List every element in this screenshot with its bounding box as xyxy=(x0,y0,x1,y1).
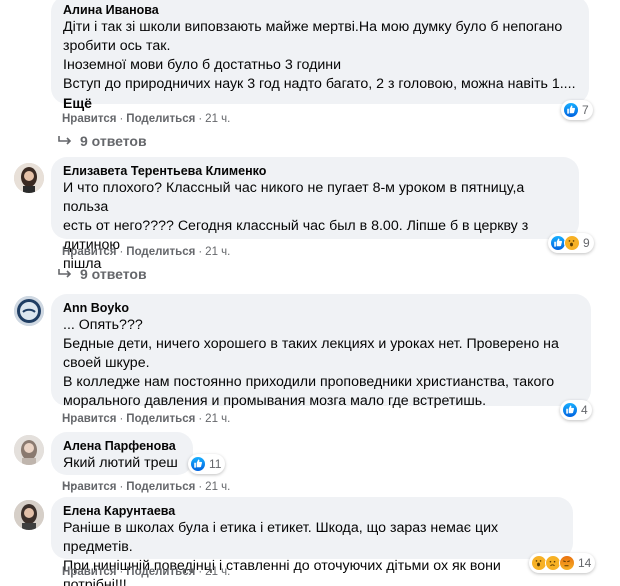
view-replies-link[interactable]: 9 ответов xyxy=(58,265,147,283)
comment-line: Бедные дети, ничего хорошего в таких лек… xyxy=(63,336,559,352)
comment-bubble: Елизавета Терентьева Клименко И что плох… xyxy=(51,157,579,272)
share-link[interactable]: Поделиться xyxy=(126,113,195,125)
comment-bubble: Алина Иванова Діти і так зі школи виповз… xyxy=(51,0,589,111)
avatar[interactable] xyxy=(14,296,44,326)
share-link[interactable]: Поделиться xyxy=(126,413,195,425)
comment-line: ... Опять??? xyxy=(63,317,143,333)
comment-actions: Нравится · Поделиться · 21 ч. xyxy=(62,112,230,126)
comment-line: своей шкуре. xyxy=(63,355,150,371)
avatar[interactable] xyxy=(14,500,44,530)
reaction-count: 4 xyxy=(581,403,588,417)
like-link[interactable]: Нравится xyxy=(62,246,116,258)
timestamp[interactable]: 21 ч. xyxy=(205,113,230,125)
separator-dot: · xyxy=(119,113,124,125)
reactions-summary[interactable]: 11 xyxy=(188,454,226,474)
comment-text: Діти і так зі школи виповзають майже мер… xyxy=(63,18,577,94)
comment-bubble: Ann Boyko ... Опять??? Бедные дети, ниче… xyxy=(51,294,591,409)
separator-dot: · xyxy=(119,566,124,578)
avatar[interactable] xyxy=(14,435,44,465)
separator-dot: · xyxy=(119,481,124,493)
share-link[interactable]: Поделиться xyxy=(126,246,195,258)
separator-dot: · xyxy=(198,566,203,578)
separator-dot: · xyxy=(198,246,203,258)
comment-bubble: Елена Карунтаева Раніше в школах була і … xyxy=(51,497,573,586)
comment-line: Раніше в школах була і етика і етикет. Ш… xyxy=(63,520,499,555)
angry-reaction-icon xyxy=(559,555,575,571)
comment-line: Іноземної мови було б достатньо 3 години xyxy=(63,57,342,73)
comment-line: И что плохого? Классный час никого не пу… xyxy=(63,180,525,215)
like-link[interactable]: Нравится xyxy=(62,113,116,125)
like-reaction-icon xyxy=(562,402,578,418)
reaction-count: 11 xyxy=(209,457,222,471)
separator-dot: · xyxy=(119,413,124,425)
comment-actions: Нравится · Поделиться · 21 ч. xyxy=(62,480,230,494)
like-reaction-icon xyxy=(190,456,206,472)
reaction-count: 9 xyxy=(583,236,590,250)
reactions-summary[interactable]: 9 xyxy=(548,233,594,253)
like-link[interactable]: Нравится xyxy=(62,566,116,578)
reactions-summary[interactable]: 4 xyxy=(560,400,592,420)
comment-bubble: Алена Парфенова Який лютий треш ... xyxy=(51,432,193,490)
comment-line: морального давления и промывания мозга м… xyxy=(63,393,487,409)
replies-count: 9 ответов xyxy=(80,133,147,149)
comment-text: ... Опять??? Бедные дети, ничего хорошег… xyxy=(63,316,579,411)
comment-line: Вступ до природничих наук 3 год надто ба… xyxy=(63,76,576,92)
wow-reaction-icon xyxy=(564,235,580,251)
comment-author[interactable]: Алина Иванова xyxy=(63,2,577,18)
share-link[interactable]: Поделиться xyxy=(126,481,195,493)
separator-dot: · xyxy=(198,413,203,425)
reply-arrow-icon xyxy=(58,266,72,278)
reaction-count: 14 xyxy=(578,556,592,570)
timestamp[interactable]: 21 ч. xyxy=(205,413,230,425)
comment-actions: Нравится · Поделиться · 21 ч. xyxy=(62,565,230,579)
comment-line: Діти і так зі школи виповзають майже мер… xyxy=(63,19,563,35)
view-replies-link[interactable]: 9 ответов xyxy=(58,132,147,150)
reaction-count: 7 xyxy=(582,103,589,117)
comment-text: И что плохого? Классный час никого не пу… xyxy=(63,179,567,274)
comment-author[interactable]: Ann Boyko xyxy=(63,300,579,316)
reactions-summary[interactable]: 7 xyxy=(561,100,593,120)
separator-dot: · xyxy=(198,481,203,493)
comment-author[interactable]: Елизавета Терентьева Клименко xyxy=(63,163,567,179)
comment-actions: Нравится · Поделиться · 21 ч. xyxy=(62,412,230,426)
timestamp[interactable]: 21 ч. xyxy=(205,246,230,258)
comment-author[interactable]: Елена Карунтаева xyxy=(63,503,561,519)
comment-author[interactable]: Алена Парфенова xyxy=(63,438,181,454)
comment-line: зробити ось так. xyxy=(63,38,171,54)
like-link[interactable]: Нравится xyxy=(62,413,116,425)
share-link[interactable]: Поделиться xyxy=(126,566,195,578)
reactions-summary[interactable]: 14 xyxy=(529,553,596,573)
comment-actions: Нравится · Поделиться · 21 ч. xyxy=(62,245,230,259)
timestamp[interactable]: 21 ч. xyxy=(205,566,230,578)
replies-count: 9 ответов xyxy=(80,266,147,282)
separator-dot: · xyxy=(119,246,124,258)
like-reaction-icon xyxy=(563,102,579,118)
see-more-link[interactable]: Ещё xyxy=(63,94,577,113)
avatar[interactable] xyxy=(14,163,44,193)
comment-line: В колледже нам постоянно приходили пропо… xyxy=(63,374,555,390)
timestamp[interactable]: 21 ч. xyxy=(205,481,230,493)
like-link[interactable]: Нравится xyxy=(62,481,116,493)
separator-dot: · xyxy=(198,113,203,125)
reply-arrow-icon xyxy=(58,133,72,145)
